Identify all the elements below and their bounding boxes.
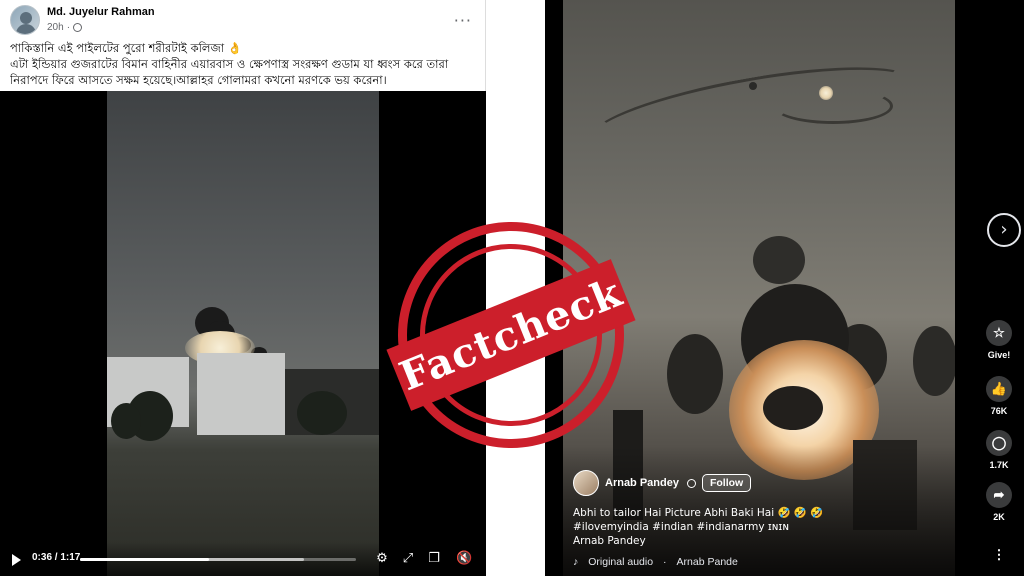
verified-icon xyxy=(686,478,696,488)
like-button[interactable]: 👍 76K xyxy=(980,376,1018,416)
play-icon[interactable] xyxy=(12,554,21,566)
smoke-cloud xyxy=(667,334,723,414)
audio-separator: · xyxy=(663,556,667,568)
mute-icon[interactable]: 🔇 xyxy=(456,551,472,567)
video-progress-bar[interactable] xyxy=(80,558,356,561)
comment-icon: ◯ xyxy=(986,430,1012,456)
picture-in-picture-icon[interactable]: ❐ xyxy=(426,551,442,567)
chevron-right-icon[interactable]: › xyxy=(987,213,1021,247)
reel-author-name[interactable]: Arnab Pandey xyxy=(605,477,679,489)
reel-audio[interactable]: ♪ Original audio · Arnab Pande xyxy=(573,556,953,568)
missile-trail xyxy=(773,88,893,124)
building xyxy=(197,353,285,435)
more-vertical-icon: ⋮ xyxy=(992,547,1006,562)
follow-button[interactable]: Follow xyxy=(701,474,752,492)
reel-caption: Abhi to tailor Hai Picture Abhi Baki Hai… xyxy=(573,506,873,548)
screenshot-root: Md. Juyelur Rahman 20h · ··· পাকিস্তানি … xyxy=(0,0,1024,576)
give-star-icon: ☆ xyxy=(986,320,1012,346)
smoke-cloud xyxy=(763,386,823,430)
reel-hashtags[interactable]: #ilovemyindia #indian #indianarmy ɪɴɪɴ xyxy=(573,520,873,534)
like-icon: 👍 xyxy=(986,376,1012,402)
give-stars-button[interactable]: ☆ Give! xyxy=(980,320,1018,360)
video-controls: 0:36 / 1:17 ⚙ ⤢ ❐ 🔇 xyxy=(0,542,486,576)
video-time: 0:36 / 1:17 xyxy=(32,552,81,563)
share-icon: ➦ xyxy=(986,482,1012,508)
tree xyxy=(111,403,141,439)
drone xyxy=(749,82,757,90)
video-progress-fill xyxy=(80,558,210,561)
post-text-line: পাকিস্তানি এই পাইলটের পুরো শরীরটাই কলিজা… xyxy=(10,41,243,55)
more-horizontal-icon[interactable]: ··· xyxy=(454,11,472,30)
fullscreen-icon[interactable]: ⤢ xyxy=(400,551,416,567)
author-avatar[interactable] xyxy=(10,5,40,35)
missile-light xyxy=(819,86,833,100)
post-text-line: নিরাপদে ফিরে আসতে সক্ষম হয়েছে।আল্লাহর গ… xyxy=(10,73,387,87)
smoke-cloud xyxy=(913,326,955,396)
video-frame xyxy=(107,91,379,576)
post-time[interactable]: 20h xyxy=(47,22,64,33)
share-count: 2K xyxy=(993,512,1005,522)
audio-author: Arnab Pande xyxy=(676,556,738,568)
dot-separator: · xyxy=(66,22,71,33)
globe-icon xyxy=(73,23,83,32)
post-text-line: এটা ইন্ডিয়ার গুজরাটের বিমান বাহিনীর এয়… xyxy=(10,57,449,71)
post-text: পাকিস্তানি এই পাইলটের পুরো শরীরটাই কলিজা… xyxy=(10,40,476,88)
more-options-button[interactable]: ⋮ xyxy=(980,542,1018,572)
share-button[interactable]: ➦ 2K xyxy=(980,482,1018,522)
post-meta: 20h · xyxy=(47,22,83,33)
music-note-icon: ♪ xyxy=(573,556,579,568)
comment-button[interactable]: ◯ 1.7K xyxy=(980,430,1018,470)
reel-caption-line: Arnab Pandey xyxy=(573,535,646,547)
tree xyxy=(297,391,347,435)
audio-label: Original audio xyxy=(588,556,654,568)
reel-author-row: Arnab Pandey Follow xyxy=(573,470,752,496)
settings-icon[interactable]: ⚙ xyxy=(374,551,390,567)
like-count: 76K xyxy=(990,406,1008,416)
post-header: Md. Juyelur Rahman 20h · ··· xyxy=(10,5,480,37)
author-name[interactable]: Md. Juyelur Rahman xyxy=(47,6,155,18)
comment-count: 1.7K xyxy=(989,460,1009,470)
reel-author-avatar[interactable] xyxy=(573,470,599,496)
smoke-cloud xyxy=(753,236,805,284)
give-label: Give! xyxy=(987,350,1011,360)
reel-caption-line: Abhi to tailor Hai Picture Abhi Baki Hai… xyxy=(573,507,824,519)
